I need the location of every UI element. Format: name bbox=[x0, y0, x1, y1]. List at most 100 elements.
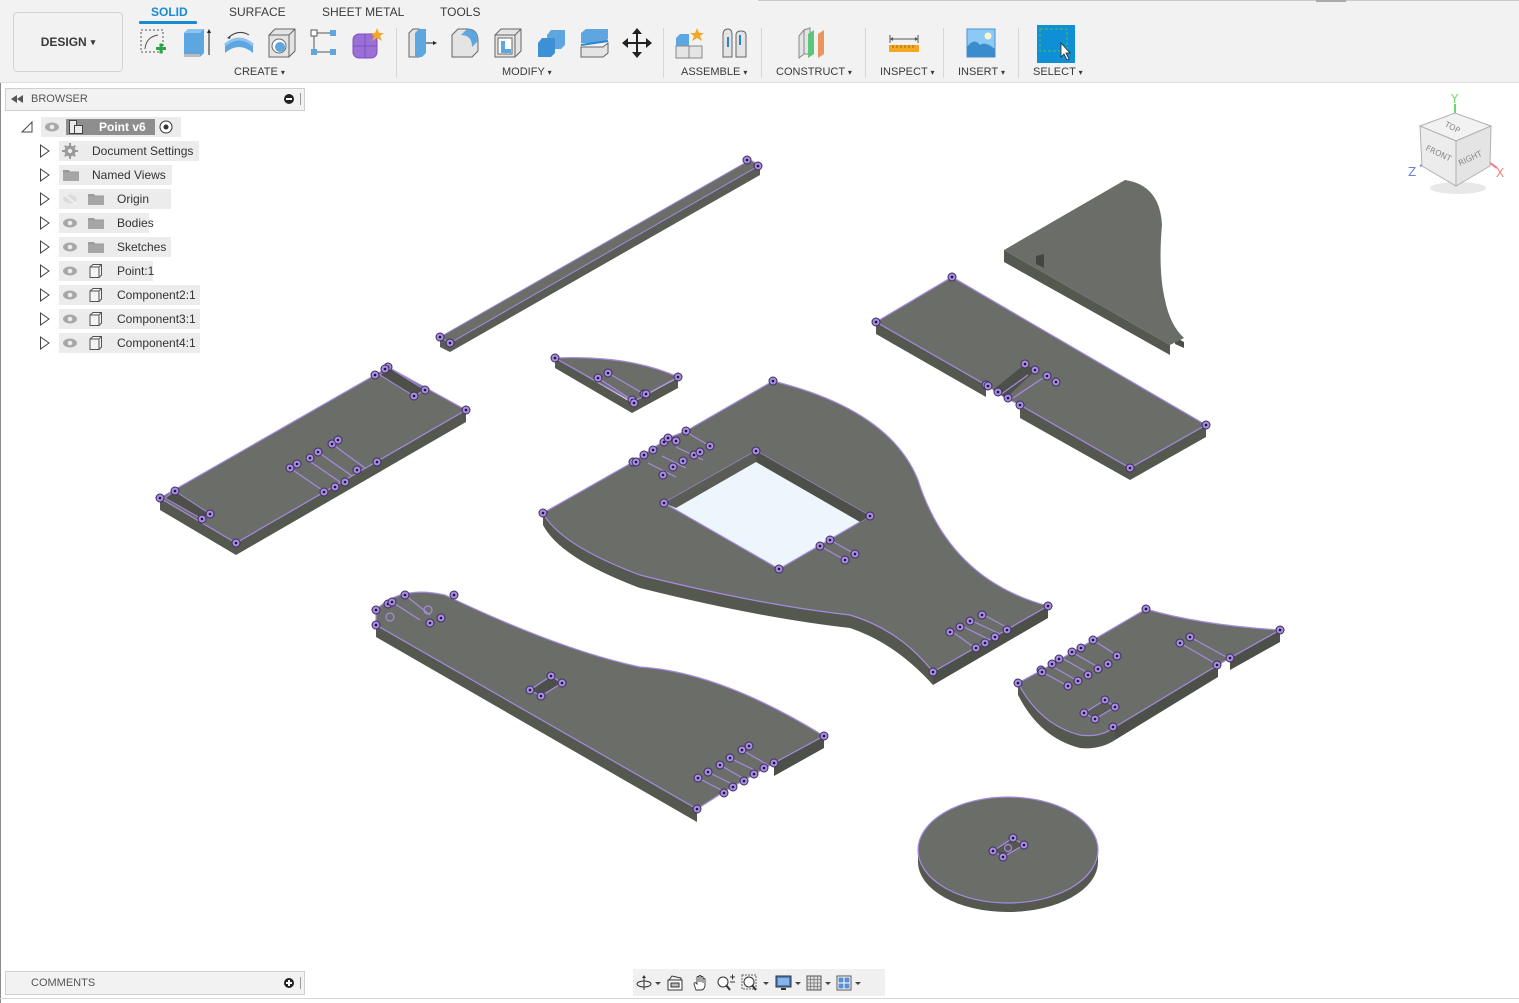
sketch-point-center bbox=[662, 501, 666, 505]
offset-plane-button[interactable] bbox=[796, 26, 830, 60]
assemble-menu[interactable]: ASSEMBLE ▾ bbox=[681, 66, 747, 78]
pattern-button[interactable] bbox=[307, 26, 341, 60]
canvas-viewport[interactable] bbox=[0, 83, 1519, 963]
viewports-button[interactable] bbox=[835, 972, 865, 994]
workspace-switcher[interactable]: DESIGN ▾ bbox=[13, 12, 123, 72]
panel-resize-handle[interactable] bbox=[300, 977, 301, 989]
shell-button[interactable] bbox=[491, 26, 525, 60]
tree-expand-icon[interactable] bbox=[39, 312, 51, 326]
new-component-button[interactable] bbox=[673, 26, 707, 60]
body-center-plate[interactable] bbox=[542, 380, 1050, 685]
tree-item-label[interactable]: Component4:1 bbox=[117, 336, 196, 350]
visibility-eye-icon[interactable] bbox=[44, 121, 60, 133]
sketch-point-center bbox=[439, 616, 443, 620]
tree-item-label[interactable]: Component3:1 bbox=[117, 312, 196, 326]
tree-expand-icon[interactable] bbox=[39, 288, 51, 302]
zoom-button[interactable] bbox=[713, 972, 739, 994]
visibility-eye-icon[interactable] bbox=[62, 337, 78, 349]
create-form-button[interactable] bbox=[350, 26, 384, 60]
tree-item-label[interactable]: Origin bbox=[117, 192, 149, 206]
measure-button[interactable] bbox=[887, 26, 921, 60]
visibility-eye-icon[interactable] bbox=[62, 313, 78, 325]
collapse-panel-icon[interactable] bbox=[11, 95, 23, 103]
construct-menu[interactable]: CONSTRUCT ▾ bbox=[776, 66, 852, 78]
tab-solid[interactable]: SOLID bbox=[151, 5, 188, 19]
hole-button[interactable] bbox=[265, 26, 299, 60]
body-long-strip[interactable] bbox=[439, 159, 762, 352]
tree-expand-icon[interactable] bbox=[39, 336, 51, 350]
look-at-icon bbox=[667, 974, 683, 990]
sketch-point-center bbox=[1079, 646, 1083, 650]
model-canvas[interactable] bbox=[0, 83, 1519, 963]
tree-item-label[interactable]: Component2:1 bbox=[117, 288, 196, 302]
create-menu-label: CREATE bbox=[234, 66, 278, 78]
grid-settings-button[interactable] bbox=[805, 972, 835, 994]
zoom-icon bbox=[717, 974, 735, 991]
sketch-point-center bbox=[1033, 368, 1037, 372]
sketch-point-center bbox=[684, 429, 688, 433]
inspect-menu[interactable]: INSPECT ▾ bbox=[880, 66, 935, 78]
sketch-point-center bbox=[1011, 836, 1015, 840]
press-pull-button[interactable] bbox=[405, 26, 439, 60]
viewcube[interactable]: Y Z X TOP FRONT RIGHT bbox=[1400, 88, 1515, 198]
visibility-eye-icon[interactable] bbox=[62, 217, 78, 229]
combine-button[interactable] bbox=[534, 26, 568, 60]
body-round-disc[interactable] bbox=[917, 796, 1099, 912]
fit-button[interactable] bbox=[739, 972, 773, 994]
tree-root-label[interactable]: Point v6 bbox=[99, 120, 146, 134]
tree-item-label[interactable]: Named Views bbox=[92, 168, 166, 182]
insert-menu[interactable]: INSERT ▾ bbox=[958, 66, 1005, 78]
tree-expand-icon[interactable] bbox=[39, 168, 51, 182]
tree-expand-icon[interactable] bbox=[39, 192, 51, 206]
tree-item-label[interactable]: Sketches bbox=[117, 240, 166, 254]
create-menu[interactable]: CREATE ▾ bbox=[234, 66, 285, 78]
orbit-button[interactable] bbox=[633, 972, 663, 994]
move-copy-button[interactable] bbox=[620, 26, 654, 60]
tab-tools[interactable]: TOOLS bbox=[440, 5, 480, 19]
tree-item-label[interactable]: Bodies bbox=[117, 216, 154, 230]
select-menu[interactable]: SELECT ▾ bbox=[1033, 66, 1083, 78]
revolve-button[interactable] bbox=[222, 26, 256, 60]
tree-item-label[interactable]: Point:1 bbox=[117, 264, 154, 278]
sketch-point-center bbox=[322, 490, 326, 494]
display-settings-button[interactable] bbox=[773, 972, 805, 994]
create-sketch-button[interactable] bbox=[137, 26, 171, 60]
inspect-menu-label: INSPECT bbox=[880, 66, 928, 78]
body-right-lower-plate[interactable] bbox=[1017, 608, 1283, 749]
look-at-button[interactable] bbox=[663, 972, 687, 994]
modify-menu[interactable]: MODIFY ▾ bbox=[502, 66, 552, 78]
fillet-button[interactable] bbox=[448, 26, 482, 60]
tree-expand-icon[interactable] bbox=[39, 144, 51, 158]
body-small-wedge[interactable] bbox=[552, 357, 680, 413]
extrude-button[interactable] bbox=[179, 26, 213, 60]
panel-resize-handle[interactable] bbox=[300, 93, 301, 105]
tree-item-label[interactable]: Document Settings bbox=[92, 144, 193, 158]
sketch-point-center bbox=[948, 630, 952, 634]
tree-expand-icon[interactable] bbox=[39, 264, 51, 278]
pan-button[interactable] bbox=[687, 972, 713, 994]
tab-surface[interactable]: SURFACE bbox=[229, 5, 286, 19]
select-button[interactable] bbox=[1037, 25, 1075, 63]
tab-sheet-metal[interactable]: SHEET METAL bbox=[322, 5, 404, 19]
visibility-eye-icon[interactable] bbox=[62, 289, 78, 301]
tree-expand-icon[interactable] bbox=[39, 216, 51, 230]
sketch-point-center bbox=[373, 373, 377, 377]
sketch-point-center bbox=[374, 623, 378, 627]
activate-radio-icon[interactable] bbox=[159, 120, 173, 134]
sketch-point-center bbox=[696, 776, 700, 780]
browser-pin-icon[interactable] bbox=[284, 94, 294, 104]
visibility-hidden-icon[interactable] bbox=[62, 193, 78, 205]
body-long-curved-plate[interactable] bbox=[375, 591, 826, 822]
visibility-eye-icon[interactable] bbox=[62, 265, 78, 277]
sketch-point-center bbox=[853, 552, 857, 556]
sketch-point-center bbox=[718, 763, 722, 767]
toolbar-separator bbox=[865, 28, 866, 78]
joint-button[interactable] bbox=[717, 26, 751, 60]
visibility-eye-icon[interactable] bbox=[62, 241, 78, 253]
tree-expand-icon[interactable] bbox=[39, 240, 51, 254]
sketch-point-center bbox=[539, 694, 543, 698]
insert-image-button[interactable] bbox=[964, 26, 998, 60]
replace-face-button[interactable] bbox=[577, 26, 611, 60]
tree-collapse-icon[interactable] bbox=[21, 121, 33, 133]
add-comment-icon[interactable] bbox=[284, 978, 294, 988]
